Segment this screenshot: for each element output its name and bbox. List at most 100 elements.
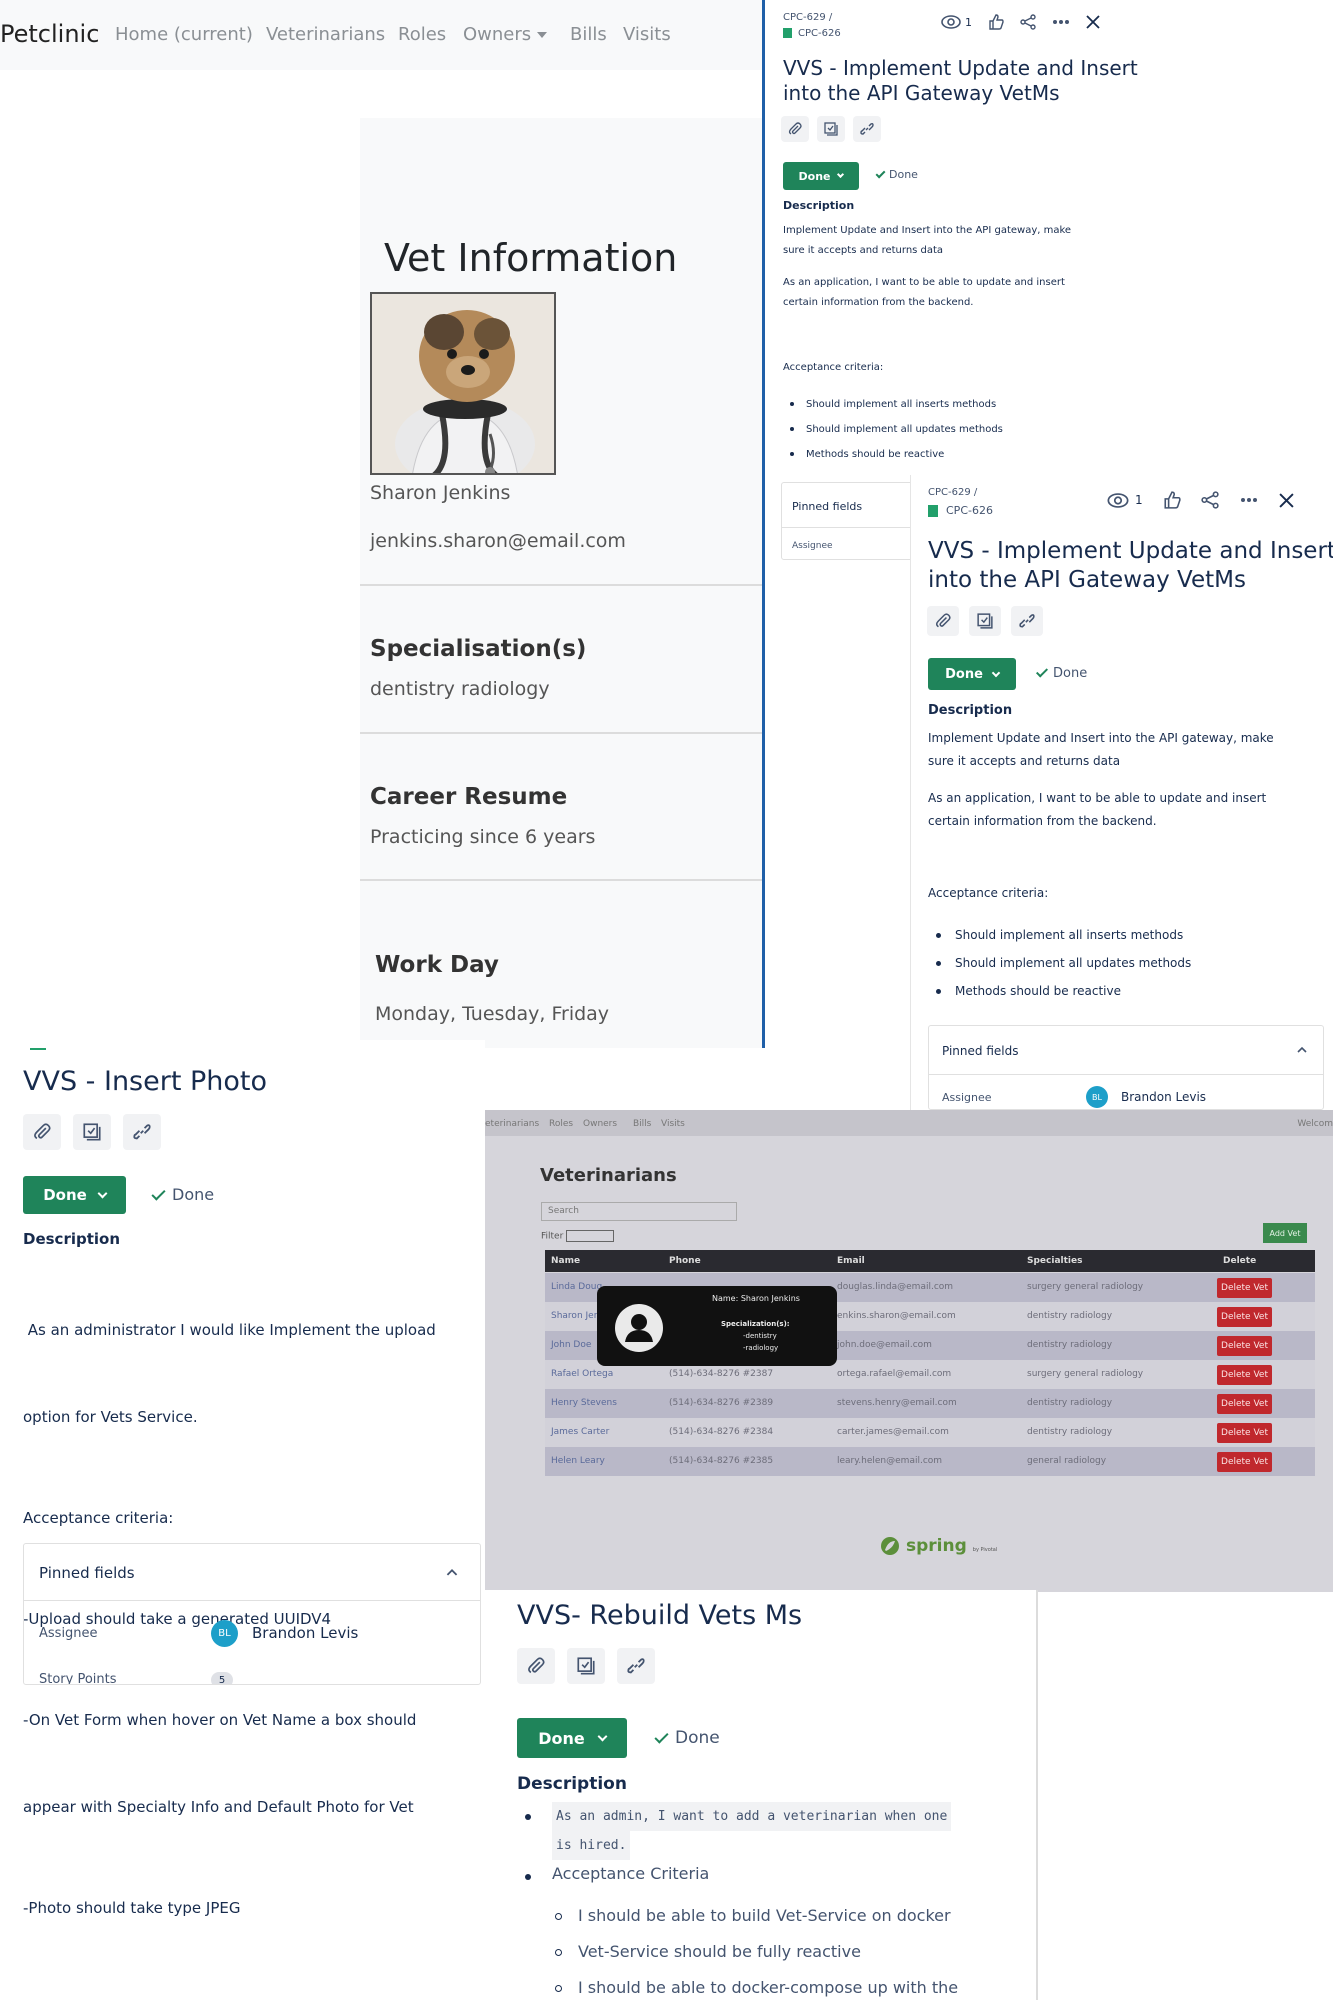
ps-nav-veterinarians[interactable]: eterinarians [485, 1119, 539, 1129]
subtask-icon [977, 613, 993, 629]
share-icon[interactable] [1020, 14, 1036, 30]
ps-col-email: Email [837, 1256, 865, 1266]
watch-button[interactable]: 1 [1107, 492, 1143, 508]
nav-visits[interactable]: Visits [623, 24, 671, 45]
ps-add-vet-button[interactable]: Add Vet [1263, 1223, 1307, 1243]
table-row: Helen Leary (514)-634-8276 #2385 leary.h… [545, 1447, 1315, 1476]
ps-cell-email: john.doe@email.com [837, 1340, 932, 1350]
more-icon[interactable] [1052, 19, 1070, 25]
description-heading: Description [517, 1774, 627, 1794]
nav-bills[interactable]: Bills [570, 24, 607, 45]
attach-button[interactable] [23, 1114, 61, 1150]
nav-home[interactable]: Home (current) [115, 24, 253, 45]
petclinic-brand[interactable]: Petclinic [0, 20, 99, 48]
bullet [790, 427, 794, 431]
attach-button[interactable] [927, 606, 959, 636]
nav-owners-dropdown[interactable]: Owners [463, 24, 548, 45]
delete-vet-button[interactable]: Delete Vet [1217, 1307, 1272, 1327]
chevron-up-icon[interactable] [446, 1568, 458, 1576]
ps-cell-name[interactable]: Linda Doug [551, 1282, 602, 1292]
acceptance-item: Should implement all updates methods [790, 417, 1003, 442]
status-dropdown[interactable]: Done [23, 1176, 126, 1214]
delete-vet-button[interactable]: Delete Vet [1217, 1423, 1272, 1443]
issue-title-line1: VVS - Implement Update and Insert [783, 56, 1138, 80]
issue-title[interactable]: VVS - Implement Update and Insert into t… [928, 537, 1333, 595]
delete-vet-button[interactable]: Delete Vet [1217, 1365, 1272, 1385]
assignee-name[interactable]: Brandon Levis [1121, 1090, 1206, 1104]
ps-cell-name[interactable]: James Carter [551, 1427, 609, 1437]
ps-cell-email: ortega.rafael@email.com [837, 1369, 952, 1379]
pinned-fields-heading[interactable]: Pinned fields [39, 1564, 135, 1582]
desc-line: As an application, I want to be able to … [783, 277, 1065, 288]
nav-roles[interactable]: Roles [398, 24, 446, 45]
more-icon[interactable] [1239, 497, 1259, 503]
breadcrumb-parent[interactable]: CPC-629 [928, 487, 971, 498]
petclinic-vet-info-screenshot: Petclinic Home (current) Veterinarians R… [0, 0, 765, 1048]
ps-nav-roles[interactable]: Roles [549, 1119, 573, 1129]
link-button[interactable] [1011, 606, 1043, 636]
description-list[interactable]: As an admin, I want to add a veterinaria… [525, 1802, 958, 2000]
popup-spec-item: -radiology [743, 1344, 779, 1352]
issue-title[interactable]: VVS- Rebuild Vets Ms [517, 1600, 802, 1631]
thumbs-up-icon[interactable] [988, 14, 1004, 30]
ps-cell-specialties: dentistry radiology [1027, 1311, 1113, 1321]
thumbs-up-icon[interactable] [1163, 491, 1181, 509]
chevron-up-icon[interactable] [1297, 1046, 1307, 1053]
status-label: Done [945, 666, 983, 682]
child-issue-button[interactable] [969, 606, 1001, 636]
share-icon[interactable] [1200, 491, 1219, 509]
ps-cell-name[interactable]: Rafael Ortega [551, 1369, 613, 1379]
vet-email: jenkins.sharon@email.com [370, 530, 626, 552]
breadcrumb-parent[interactable]: CPC-629 [783, 12, 826, 23]
link-button[interactable] [853, 116, 881, 142]
close-icon[interactable] [1279, 492, 1294, 508]
ps-nav-visits[interactable]: Visits [661, 1119, 685, 1129]
acceptance-item: Should implement all updates methods [936, 949, 1191, 977]
ps-filter-select[interactable] [566, 1230, 615, 1242]
issue-key[interactable]: CPC-626 [928, 504, 993, 517]
delete-vet-button[interactable]: Delete Vet [1217, 1278, 1272, 1298]
description-text[interactable]: Implement Update and Insert into the API… [783, 221, 1071, 313]
acceptance-list: Should implement all inserts methods Sho… [790, 392, 1003, 467]
delete-vet-button[interactable]: Delete Vet [1217, 1452, 1272, 1472]
issue-key[interactable]: CPC-626 [783, 28, 841, 39]
bullet [936, 933, 941, 938]
status-dropdown[interactable]: Done [783, 162, 859, 190]
child-issue-button[interactable] [567, 1648, 605, 1684]
ps-cell-name[interactable]: Sharon Jen [551, 1311, 599, 1321]
child-issue-button[interactable] [73, 1114, 111, 1150]
delete-vet-button[interactable]: Delete Vet [1217, 1394, 1272, 1414]
ps-cell-name[interactable]: John Doe [551, 1340, 591, 1350]
breadcrumb: CPC-629 / [783, 12, 832, 23]
assignee-name[interactable]: Brandon Levis [252, 1624, 358, 1642]
pinned-fields-heading[interactable]: Pinned fields [942, 1044, 1018, 1058]
watch-button[interactable]: 1 [941, 15, 972, 29]
link-icon [627, 1658, 645, 1674]
ps-cell-name[interactable]: Helen Leary [551, 1456, 605, 1466]
workday-value: Monday, Tuesday, Friday [375, 1003, 610, 1025]
link-button[interactable] [123, 1114, 161, 1150]
ps-search-input[interactable]: Search [541, 1202, 737, 1221]
attach-button[interactable] [517, 1648, 555, 1684]
child-issue-button[interactable] [817, 116, 845, 142]
close-icon[interactable] [1086, 15, 1100, 29]
issue-title[interactable]: VVS - Implement Update and Insert into t… [783, 56, 1138, 106]
desc-line: sure it accepts and returns data [928, 754, 1121, 768]
status-dropdown[interactable]: Done [928, 658, 1016, 690]
acceptance-sublist: I should be able to build Vet-Service on… [555, 1898, 958, 2000]
pinned-fields-heading[interactable]: Pinned fields [792, 500, 862, 513]
status-dropdown[interactable]: Done [517, 1718, 627, 1758]
issue-title[interactable]: VVS - Insert Photo [23, 1066, 267, 1097]
story-points-badge: 5 [211, 1672, 233, 1684]
delete-vet-button[interactable]: Delete Vet [1217, 1336, 1272, 1356]
ps-nav-bills[interactable]: Bills [633, 1119, 651, 1129]
nav-veterinarians[interactable]: Veterinarians [266, 24, 385, 45]
description-text[interactable]: Implement Update and Insert into the API… [928, 727, 1274, 833]
spring-footer-logo: spring by Pivotal [880, 1536, 997, 1556]
ps-nav-owners[interactable]: Owners [583, 1119, 617, 1129]
table-row: James Carter (514)-634-8276 #2384 carter… [545, 1418, 1315, 1447]
avatar: BL [1086, 1086, 1108, 1108]
attach-button[interactable] [781, 116, 809, 142]
link-button[interactable] [617, 1648, 655, 1684]
ps-cell-name[interactable]: Henry Stevens [551, 1398, 617, 1408]
